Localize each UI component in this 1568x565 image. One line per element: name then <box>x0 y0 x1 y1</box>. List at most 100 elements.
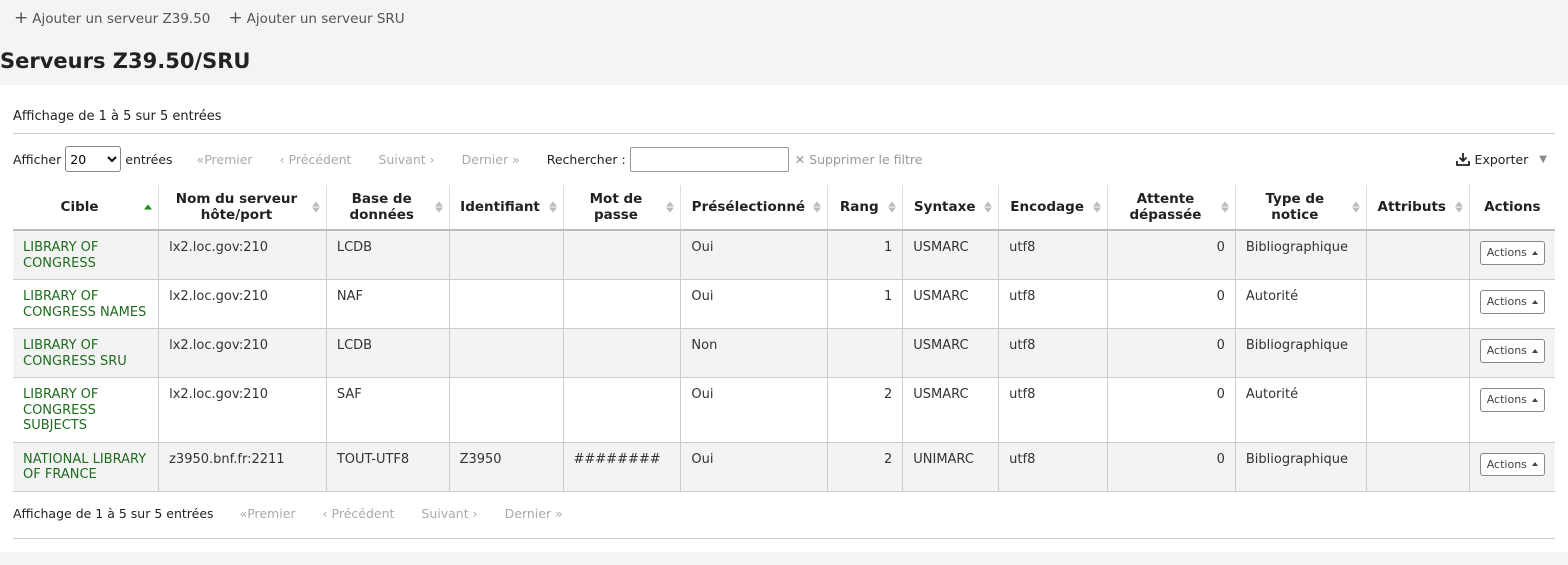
sort-icon <box>813 201 822 213</box>
last-page-button[interactable]: Dernier » <box>462 152 520 167</box>
column-header[interactable]: Base de données <box>326 185 450 231</box>
column-header-label: hôte/port <box>200 207 273 223</box>
target-link[interactable]: LIBRARY OF CONGRESS NAMES <box>23 289 148 320</box>
user-cell <box>449 279 564 329</box>
actions-label: Actions <box>1486 393 1527 406</box>
column-header-label: Cible <box>60 199 99 215</box>
target-link[interactable]: LIBRARY OF CONGRESS SUBJECTS <box>23 387 148 434</box>
actions-cell: Actions <box>1469 377 1555 443</box>
column-header[interactable]: Présélectionné <box>680 185 829 231</box>
target-link-text: CONGRESS <box>23 255 96 271</box>
column-header-label: Identifiant <box>460 199 540 215</box>
previous-page-button[interactable]: ‹ Précédent <box>280 152 352 167</box>
actions-dropdown-button[interactable]: Actions <box>1479 388 1545 412</box>
page-title: Serveurs Z39.50/SRU <box>0 49 251 73</box>
column-header[interactable]: Mot de passe <box>563 185 682 231</box>
column-header[interactable]: Attente dépassée <box>1107 185 1236 231</box>
attrs-cell <box>1366 279 1470 329</box>
column-header-label: Présélectionné <box>691 199 806 215</box>
sort-icon <box>311 201 320 213</box>
attrs-cell <box>1366 442 1470 492</box>
user-cell: Z3950 <box>449 442 564 492</box>
target-link-text: CONGRESS NAMES <box>23 304 147 320</box>
caret-up-icon <box>1531 397 1538 402</box>
sort-icon <box>984 201 993 213</box>
syntax-cell: USMARC <box>902 328 1000 378</box>
column-header-label: passe <box>593 207 638 223</box>
export-label: Exporter <box>1474 151 1529 167</box>
download-icon <box>1455 153 1470 166</box>
table-row: LIBRARY OF CONGRESS SUBJECTS lx2.loc.gov:21… <box>13 377 1555 443</box>
add-sru-label: Ajouter un serveur SRU <box>246 11 405 27</box>
last-page-button[interactable]: Dernier » <box>505 506 563 521</box>
column-header-label: Attributs <box>1377 199 1446 215</box>
add-z3950-server-button[interactable]: + Ajouter un serveur Z39.50 <box>14 9 210 27</box>
actions-dropdown-button[interactable]: Actions <box>1479 290 1545 314</box>
table-row: LIBRARY OF CONGRESS lx2.loc.gov:210 LCDB Oui… <box>13 230 1555 280</box>
encoding-cell: utf8 <box>998 442 1109 492</box>
column-header-label: Base de <box>351 191 412 207</box>
sort-icon <box>1454 201 1463 213</box>
first-page-button[interactable]: «Premier <box>197 152 253 167</box>
actions-cell: Actions <box>1469 230 1555 280</box>
column-header-label: Mot de <box>589 191 643 207</box>
column-header-label: notice <box>1271 207 1319 223</box>
table-info-top: Affichage de 1 à 5 sur 5 entrées <box>13 109 222 124</box>
sort-icon <box>144 204 153 210</box>
target-cell: LIBRARY OF CONGRESS SRU <box>13 328 160 378</box>
attrs-cell <box>1366 377 1470 443</box>
column-header[interactable]: Encodage <box>998 185 1109 231</box>
table-row: LIBRARY OF CONGRESS SRU lx2.loc.gov:210 LCD… <box>13 328 1555 378</box>
timeout-cell: 0 <box>1107 230 1236 280</box>
encoding-cell: utf8 <box>998 328 1109 378</box>
actions-dropdown-button[interactable]: Actions <box>1479 241 1545 265</box>
search-input[interactable] <box>629 146 789 172</box>
column-header[interactable]: Attributs <box>1366 185 1470 231</box>
syntax-cell: USMARC <box>902 377 1000 443</box>
column-header[interactable]: Type de notice <box>1235 185 1367 231</box>
type-cell: Bibliographique <box>1235 230 1367 280</box>
page-size-select[interactable]: 20 <box>65 146 122 172</box>
rank-cell: 2 <box>827 377 904 443</box>
next-page-button[interactable]: Suivant › <box>421 506 477 521</box>
timeout-cell: 0 <box>1107 279 1236 329</box>
column-header[interactable]: Syntaxe <box>902 185 1000 231</box>
clear-filter-button[interactable]: ✕ Supprimer le filtre <box>795 152 923 167</box>
actions-dropdown-button[interactable]: Actions <box>1479 452 1545 476</box>
toolbar: + Ajouter un serveur Z39.50 + Ajouter un… <box>0 0 1568 38</box>
db-cell: LCDB <box>326 328 450 378</box>
column-header[interactable]: Rang <box>827 185 904 231</box>
column-header[interactable]: Identifiant <box>449 185 564 231</box>
export-button[interactable]: Exporter ▼ <box>1455 146 1547 172</box>
target-link[interactable]: LIBRARY OF CONGRESS <box>23 240 148 271</box>
target-link[interactable]: NATIONAL LIBRARY OF FRANCE <box>23 452 148 483</box>
syntax-cell: USMARC <box>902 230 1000 280</box>
syntax-cell: UNIMARC <box>902 442 1000 492</box>
first-page-button[interactable]: «Premier <box>240 506 296 521</box>
column-header-label: Attente <box>1136 191 1195 207</box>
entries-label: entrées <box>125 151 173 167</box>
table-controls: Afficher 20 entrées «Premier ‹ Précédent… <box>13 146 1555 172</box>
pass-cell <box>563 230 682 280</box>
column-header[interactable]: Nom du serveur hôte/port <box>158 185 327 231</box>
actions-dropdown-button[interactable]: Actions <box>1479 339 1545 363</box>
timeout-cell: 0 <box>1107 328 1236 378</box>
attrs-cell <box>1366 230 1470 280</box>
chevron-down-icon: ▼ <box>1539 153 1547 165</box>
target-link[interactable]: LIBRARY OF CONGRESS SRU <box>23 338 148 369</box>
type-cell: Bibliographique <box>1235 328 1367 378</box>
add-sru-server-button[interactable]: + Ajouter un serveur SRU <box>228 9 405 27</box>
next-page-button[interactable]: Suivant › <box>378 152 434 167</box>
user-cell <box>449 230 564 280</box>
actions-label: Actions <box>1486 295 1527 308</box>
column-header[interactable]: Cible <box>13 185 160 231</box>
target-link-text: LIBRARY OF <box>23 338 99 353</box>
rank-cell: 1 <box>827 230 904 280</box>
host-cell: lx2.loc.gov:210 <box>158 328 327 378</box>
target-link-text: CONGRESS <box>23 402 96 418</box>
db-cell: TOUT-UTF8 <box>326 442 450 492</box>
target-link-text: LIBRARY OF <box>23 387 99 402</box>
previous-page-button[interactable]: ‹ Précédent <box>323 506 395 521</box>
db-cell: SAF <box>326 377 450 443</box>
type-cell: Autorité <box>1235 279 1367 329</box>
